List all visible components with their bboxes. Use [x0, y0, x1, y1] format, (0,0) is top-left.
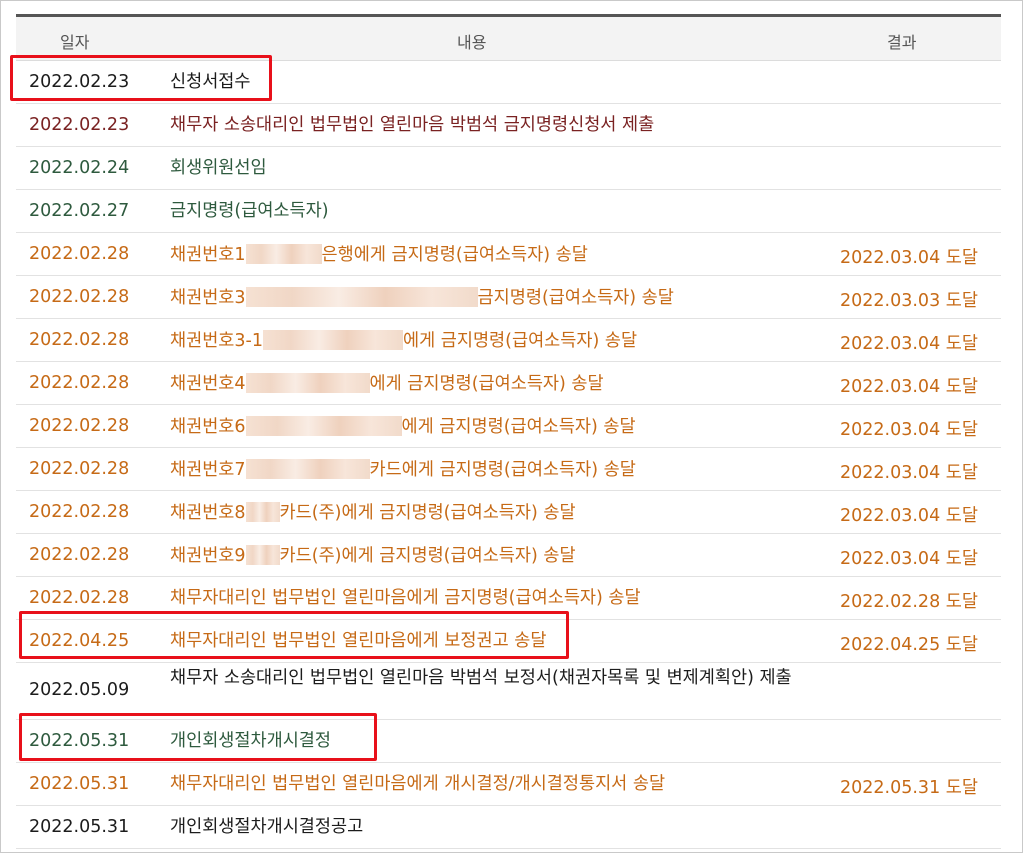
row-date: 2022.05.09: [29, 680, 130, 700]
table-row: 2022.02.28 채권번호4 에게 금지명령(급여소득자) 송달 2022.0…: [16, 362, 1001, 405]
content-text: 카드에게 금지명령(급여소득자) 송달: [369, 460, 636, 480]
creditor-number: 채권번호6: [170, 417, 246, 437]
creditor-number: 채권번호7: [170, 460, 246, 480]
table-header: 일자 내용 결과: [16, 17, 1001, 61]
table-row: 2022.05.31 채무자대리인 법무법인 열린마음에게 개시결정/개시결정통…: [16, 763, 1001, 806]
creditor-number: 채권번호8: [170, 503, 246, 523]
row-content: 금지명령(급여소득자): [170, 201, 329, 221]
redacted-name: [262, 330, 403, 350]
row-content: 채권번호3 금지명령(급여소득자) 송달: [170, 287, 810, 308]
row-content: 개인회생절차개시결정: [170, 731, 331, 751]
creditor-number: 채권번호3-1: [170, 331, 263, 351]
row-date: 2022.02.28: [29, 588, 130, 608]
row-content: 채권번호1 은행에게 금지명령(급여소득자) 송달: [170, 244, 810, 265]
row-date: 2022.05.31: [29, 774, 130, 794]
table-row: 2022.02.28 채권번호3-1 에게 금지명령(급여소득자) 송달 2022…: [16, 319, 1001, 362]
row-result: 2022.02.28 도달: [840, 592, 978, 612]
row-content: 채권번호4 에게 금지명령(급여소득자) 송달: [170, 373, 810, 394]
creditor-number: 채권번호4: [170, 374, 246, 394]
redacted-name: [245, 545, 280, 565]
table-row: 2022.05.31 개인회생절차개시결정: [16, 720, 1001, 763]
row-result: 2022.03.04 도달: [840, 463, 978, 483]
row-content: 채무자대리인 법무법인 열린마음에게 개시결정/개시결정통지서 송달: [170, 774, 666, 794]
row-content: 채권번호9 카드(주)에게 금지명령(급여소득자) 송달: [170, 545, 810, 566]
content-text: 은행에게 금지명령(급여소득자) 송달: [321, 245, 588, 265]
creditor-number: 채권번호3: [170, 288, 246, 308]
row-result: 2022.03.04 도달: [840, 549, 978, 569]
redacted-name: [245, 416, 402, 436]
creditor-number: 채권번호9: [170, 546, 246, 566]
table-row: 2022.04.25 채무자대리인 법무법인 열린마음에게 보정권고 송달 20…: [16, 620, 1001, 663]
row-date: 2022.02.24: [29, 158, 130, 178]
row-content: 회생위원선임: [170, 158, 267, 178]
row-date: 2022.02.28: [29, 330, 130, 350]
row-date: 2022.02.28: [29, 545, 130, 565]
row-date: 2022.02.23: [29, 72, 130, 92]
table-row: 2022.05.31 개인회생절차개시결정공고: [16, 806, 1001, 849]
header-content: 내용: [457, 33, 487, 52]
row-content: 채무자대리인 법무법인 열린마음에게 보정권고 송달: [170, 631, 547, 651]
row-date: 2022.02.28: [29, 287, 130, 307]
row-result: 2022.03.03 도달: [840, 291, 978, 311]
table-row: 2022.02.28 채권번호9 카드(주)에게 금지명령(급여소득자) 송달 2…: [16, 534, 1001, 577]
creditor-number: 채권번호1: [170, 245, 246, 265]
row-result: 2022.03.04 도달: [840, 248, 978, 268]
table-row: 2022.02.28 채권번호3 금지명령(급여소득자) 송달 2022.03.0…: [16, 276, 1001, 319]
content-text: 금지명령(급여소득자) 송달: [477, 288, 674, 308]
row-date: 2022.04.25: [29, 631, 130, 651]
row-date: 2022.02.28: [29, 373, 130, 393]
content-text: 카드(주)에게 금지명령(급여소득자) 송달: [279, 546, 576, 566]
table-row: 2022.02.28 채권번호1 은행에게 금지명령(급여소득자) 송달 2022…: [16, 233, 1001, 276]
redacted-name: [245, 287, 478, 307]
row-content: 채권번호6 에게 금지명령(급여소득자) 송달: [170, 416, 810, 437]
header-result: 결과: [887, 33, 917, 52]
row-result: 2022.05.31 도달: [840, 778, 978, 798]
content-text: 에게 금지명령(급여소득자) 송달: [401, 417, 636, 437]
row-date: 2022.02.28: [29, 502, 130, 522]
row-result: 2022.03.04 도달: [840, 420, 978, 440]
table-row: 2022.02.27 금지명령(급여소득자): [16, 190, 1001, 233]
table-row: 2022.02.28 채무자대리인 법무법인 열린마음에게 금지명령(급여소득자…: [16, 577, 1001, 620]
row-result: 2022.03.04 도달: [840, 334, 978, 354]
row-content: 채권번호8 카드(주)에게 금지명령(급여소득자) 송달: [170, 502, 810, 523]
row-content: 채무자대리인 법무법인 열린마음에게 금지명령(급여소득자) 송달: [170, 588, 641, 608]
row-content: 채무자 소송대리인 법무법인 열린마음 박범석 금지명령신청서 제출: [170, 115, 655, 135]
row-date: 2022.02.23: [29, 115, 130, 135]
row-content: 채권번호3-1 에게 금지명령(급여소득자) 송달: [170, 330, 810, 351]
row-date: 2022.02.27: [29, 201, 130, 221]
row-content: 신청서접수: [170, 72, 251, 92]
row-date: 2022.02.28: [29, 459, 130, 479]
table-row: 2022.02.23 신청서접수: [16, 61, 1001, 104]
row-content: 채무자 소송대리인 법무법인 열린마음 박범석 보정서(채권자목록 및 변제계획…: [170, 668, 792, 688]
row-date: 2022.02.28: [29, 416, 130, 436]
row-date: 2022.02.28: [29, 244, 130, 264]
row-result: 2022.03.04 도달: [840, 377, 978, 397]
table-row: 2022.02.28 채권번호6 에게 금지명령(급여소득자) 송달 2022.0…: [16, 405, 1001, 448]
redacted-name: [245, 373, 370, 393]
content-text: 에게 금지명령(급여소득자) 송달: [369, 374, 604, 394]
row-content: 채권번호7 카드에게 금지명령(급여소득자) 송달: [170, 459, 810, 480]
table-row: 2022.02.24 회생위원선임: [16, 147, 1001, 190]
redacted-name: [245, 244, 322, 264]
table-row: 2022.02.23 채무자 소송대리인 법무법인 열린마음 박범석 금지명령신…: [16, 104, 1001, 147]
redacted-name: [245, 502, 280, 522]
table-row: 2022.02.28 채권번호7 카드에게 금지명령(급여소득자) 송달 2022…: [16, 448, 1001, 491]
table-row: 2022.02.28 채권번호8 카드(주)에게 금지명령(급여소득자) 송달 2…: [16, 491, 1001, 534]
header-date: 일자: [60, 33, 90, 52]
redacted-name: [245, 459, 370, 479]
row-result: 2022.03.04 도달: [840, 506, 978, 526]
row-content: 개인회생절차개시결정공고: [170, 817, 364, 837]
row-date: 2022.05.31: [29, 817, 130, 837]
content-text: 카드(주)에게 금지명령(급여소득자) 송달: [279, 503, 576, 523]
table-row: 2022.05.09 채무자 소송대리인 법무법인 열린마음 박범석 보정서(채…: [16, 663, 1001, 720]
row-result: 2022.04.25 도달: [840, 635, 978, 655]
content-text: 에게 금지명령(급여소득자) 송달: [402, 331, 638, 351]
row-date: 2022.05.31: [29, 731, 130, 751]
